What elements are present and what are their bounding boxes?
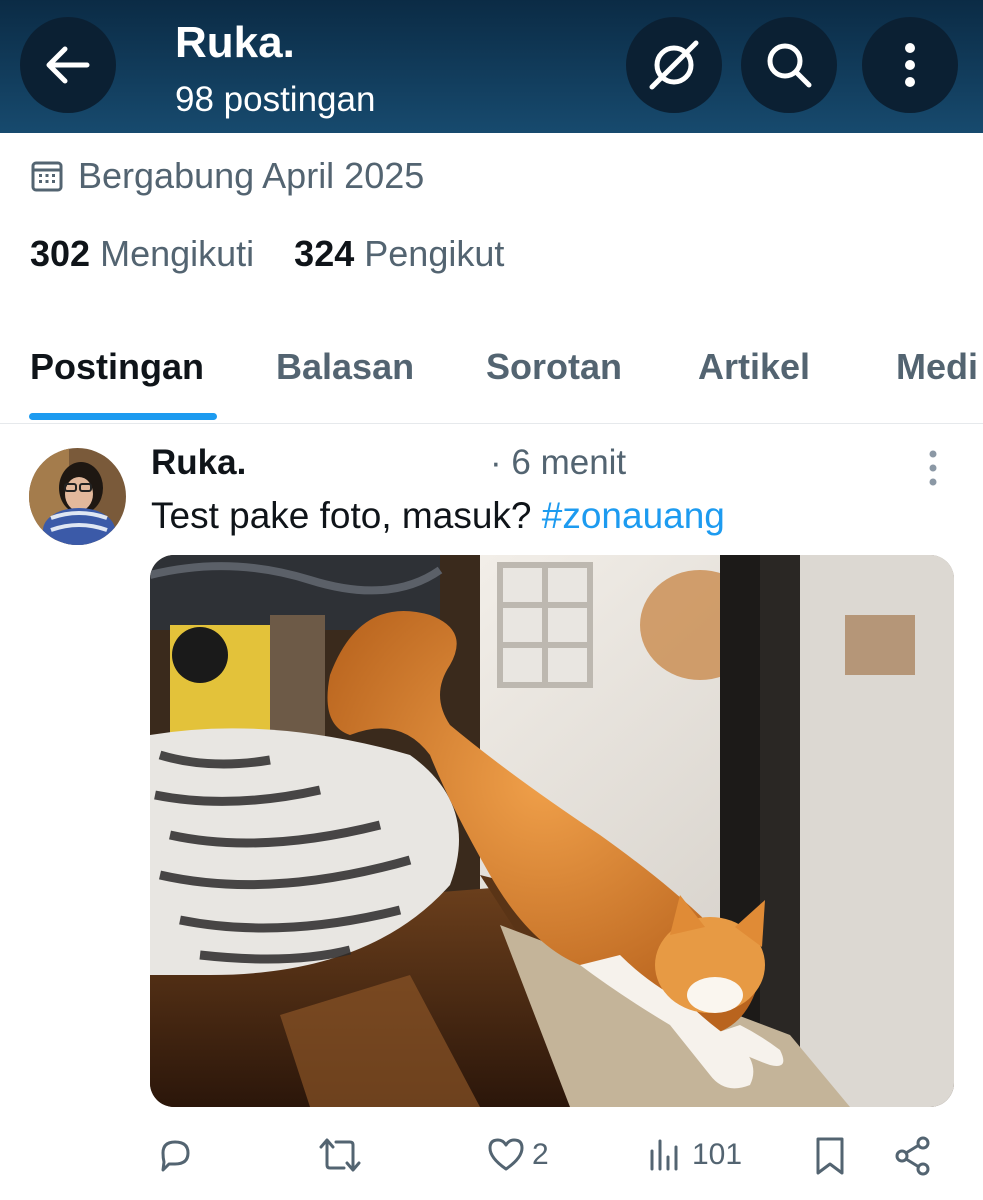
post-actions: 2 101 xyxy=(0,1135,983,1185)
followers-count: 324 xyxy=(294,233,355,274)
grok-icon xyxy=(649,40,699,90)
following-link[interactable]: 302 Mengikuti xyxy=(30,233,254,275)
post-image[interactable] xyxy=(150,555,954,1107)
tab-artikel[interactable]: Artikel xyxy=(698,346,810,388)
post-body: Test pake foto, masuk? xyxy=(151,495,542,536)
bookmark-icon xyxy=(816,1137,844,1175)
post-author-name[interactable]: Ruka. xyxy=(151,443,246,483)
join-date: Bergabung April 2025 xyxy=(30,155,424,197)
search-button[interactable] xyxy=(741,17,837,113)
reply-icon xyxy=(161,1140,190,1172)
avatar-photo xyxy=(29,448,126,545)
share-icon xyxy=(895,1136,930,1176)
active-tab-indicator xyxy=(29,413,217,420)
repost-button[interactable] xyxy=(318,1135,368,1175)
follow-stats: 302 Mengikuti 324 Pengikut xyxy=(30,233,504,275)
following-count: 302 xyxy=(30,233,91,274)
more-options-button[interactable] xyxy=(862,17,958,113)
views-button[interactable]: 101 xyxy=(646,1135,742,1175)
more-vertical-icon xyxy=(905,43,915,87)
like-button[interactable]: 2 xyxy=(486,1135,549,1175)
post-more-button[interactable] xyxy=(918,448,948,488)
calendar-icon xyxy=(31,161,63,192)
like-count: 2 xyxy=(532,1138,549,1171)
followers-link[interactable]: 324 Pengikut xyxy=(294,233,504,275)
hashtag-link[interactable]: #zonauang xyxy=(542,495,725,536)
search-icon xyxy=(767,43,812,88)
repost-icon xyxy=(319,1138,361,1172)
bookmark-button[interactable] xyxy=(810,1135,850,1177)
heart-icon xyxy=(488,1138,524,1171)
join-date-text: Bergabung April 2025 xyxy=(78,155,425,196)
profile-name-title: Ruka. xyxy=(175,18,295,67)
tab-sorotan[interactable]: Sorotan xyxy=(486,346,622,388)
top-app-bar: Ruka. 98 postingan xyxy=(0,0,983,133)
post-count: 98 postingan xyxy=(175,80,376,119)
share-button[interactable] xyxy=(893,1135,933,1177)
tab-postingan[interactable]: Postingan xyxy=(30,346,204,388)
cat-photo xyxy=(150,555,954,1107)
profile-tabs: Postingan Balasan Sorotan Artikel Medi xyxy=(0,340,983,424)
avatar[interactable] xyxy=(29,448,126,545)
tab-balasan[interactable]: Balasan xyxy=(276,346,414,388)
tab-media[interactable]: Medi xyxy=(896,346,978,388)
followers-label: Pengikut xyxy=(364,233,505,274)
back-button[interactable] xyxy=(20,17,116,113)
views-icon xyxy=(650,1139,678,1171)
more-vertical-icon xyxy=(929,450,937,486)
following-label: Mengikuti xyxy=(100,233,255,274)
post-timestamp[interactable]: · 6 menit xyxy=(490,443,626,483)
grok-button[interactable] xyxy=(626,17,722,113)
reply-button[interactable] xyxy=(155,1135,201,1175)
post-text: Test pake foto, masuk? #zonauang xyxy=(151,495,725,537)
views-count: 101 xyxy=(692,1138,743,1171)
arrow-left-icon xyxy=(46,46,90,84)
